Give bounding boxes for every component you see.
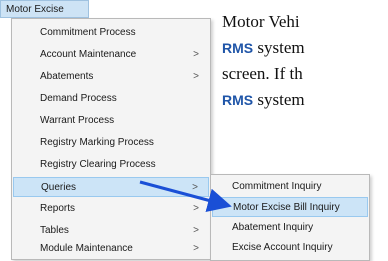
menu-tab-motor-excise[interactable]: Motor Excise [0, 0, 89, 18]
menu-item-label: Module Maintenance [40, 243, 133, 254]
doc-text-line-1: Motor Vehi [222, 12, 300, 31]
doc-text-line-4-rest: system [253, 90, 305, 109]
doc-text-line-2: RMS system [222, 38, 305, 58]
menu-item-commitment-process[interactable]: Commitment Process [13, 23, 209, 43]
submenu-item-label: Motor Excise Bill Inquiry [233, 202, 340, 213]
motor-excise-menu: Commitment Process Account Maintenance > … [11, 18, 211, 260]
menu-item-label: Account Maintenance [40, 49, 137, 60]
queries-submenu: Commitment Inquiry Motor Excise Bill Inq… [210, 174, 370, 261]
menu-item-abatements[interactable]: Abatements > [13, 67, 209, 87]
menu-item-label: Reports [40, 203, 76, 214]
submenu-item-motor-excise-bill-inquiry[interactable]: Motor Excise Bill Inquiry [212, 197, 368, 217]
submenu-item-commitment-inquiry[interactable]: Commitment Inquiry [212, 177, 368, 197]
menu-item-module-maintenance[interactable]: Module Maintenance > [13, 239, 209, 259]
menu-item-queries[interactable]: Queries > [13, 177, 209, 197]
menu-item-label: Demand Process [40, 93, 117, 104]
submenu-item-excise-account-inquiry[interactable]: Excise Account Inquiry [212, 238, 368, 258]
chevron-right-icon: > [193, 203, 199, 214]
menu-item-registry-clearing-process[interactable]: Registry Clearing Process [13, 155, 209, 175]
chevron-right-icon: > [193, 243, 199, 254]
menu-item-demand-process[interactable]: Demand Process [13, 89, 209, 109]
chevron-right-icon: > [193, 225, 199, 236]
submenu-item-label: Excise Account Inquiry [232, 242, 333, 253]
menu-item-account-maintenance[interactable]: Account Maintenance > [13, 45, 209, 65]
menu-item-label: Registry Clearing Process [40, 159, 156, 170]
menu-item-tables[interactable]: Tables > [13, 221, 209, 241]
menu-item-label: Commitment Process [40, 27, 136, 38]
chevron-right-icon: > [193, 49, 199, 60]
submenu-item-label: Abatement Inquiry [232, 222, 314, 233]
submenu-item-abatement-inquiry[interactable]: Abatement Inquiry [212, 218, 368, 238]
doc-text-line-2-rest: system [253, 38, 305, 57]
menu-item-reports[interactable]: Reports > [13, 199, 209, 219]
chevron-right-icon: > [193, 71, 199, 82]
menu-item-label: Abatements [40, 71, 94, 82]
doc-text-rms-1: RMS [222, 40, 254, 56]
menu-item-registry-marking-process[interactable]: Registry Marking Process [13, 133, 209, 153]
menu-item-label: Queries [41, 182, 77, 193]
menu-item-warrant-process[interactable]: Warrant Process [13, 111, 209, 131]
doc-text-line-3: screen. If th [222, 64, 303, 83]
chevron-right-icon: > [192, 182, 198, 193]
menu-item-label: Warrant Process [40, 115, 115, 126]
menu-item-label: Registry Marking Process [40, 137, 154, 148]
doc-text-rms-2: RMS [222, 92, 254, 108]
doc-text-line-4: RMS system [222, 90, 305, 110]
menu-item-label: Tables [40, 225, 69, 236]
submenu-item-label: Commitment Inquiry [232, 181, 322, 192]
